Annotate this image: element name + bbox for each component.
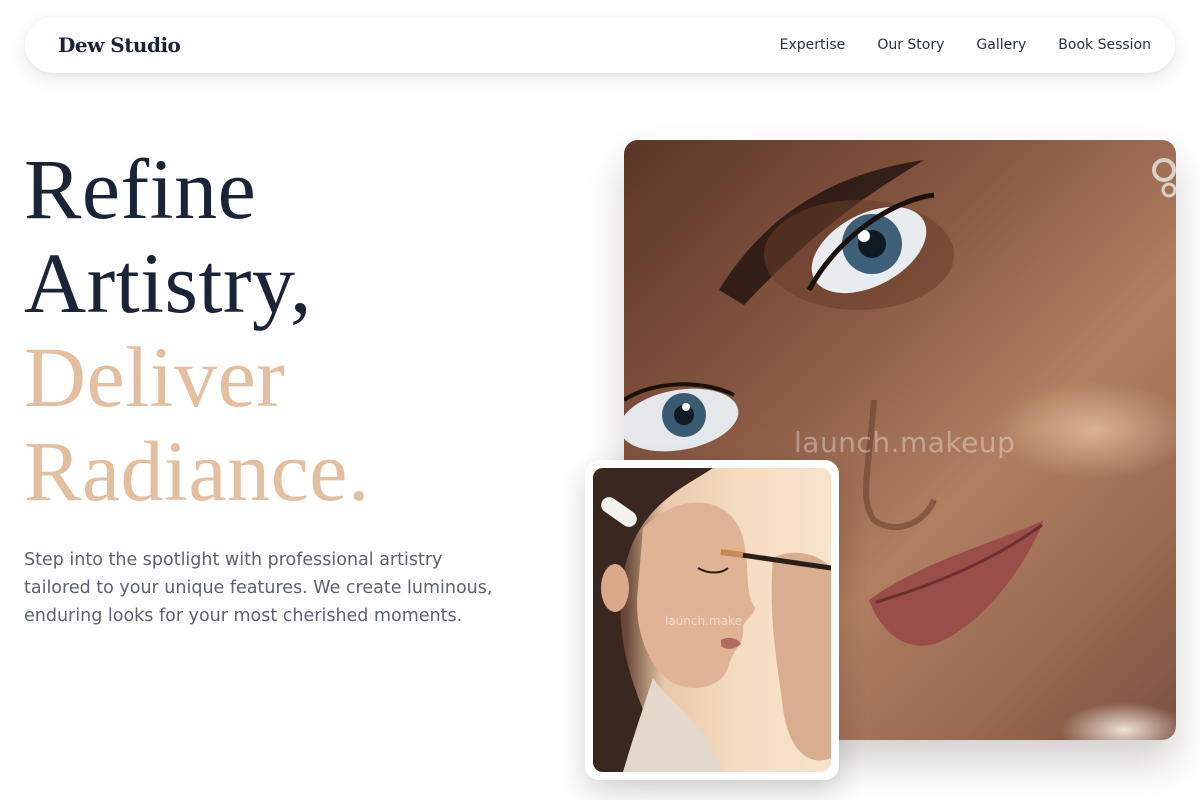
headline-line-deliver: Deliver [24,329,286,425]
inset-photo-watermark: launch.make [665,614,742,628]
hero-headline: Refine Artistry, Deliver Radiance. [24,142,370,518]
navbar: Dew Studio Expertise Our Story Gallery B… [25,17,1175,73]
main-photo-watermark: launch.makeup [794,426,1016,459]
inset-photo-card: launch.make [585,460,839,780]
nav-link-book-session[interactable]: Book Session [1058,37,1151,53]
headline-line-refine: Refine [24,141,257,237]
brand-logo[interactable]: Dew Studio [58,33,181,57]
nav-link-our-story[interactable]: Our Story [877,37,944,53]
nav-link-gallery[interactable]: Gallery [976,37,1026,53]
headline-line-artistry: Artistry, [24,235,312,331]
headline-line-radiance: Radiance. [24,423,370,519]
nav-link-expertise[interactable]: Expertise [780,37,846,53]
makeup-application-photo: launch.make [593,468,831,772]
main-nav: Expertise Our Story Gallery Book Session [780,37,1151,53]
hero-description: Step into the spotlight with professiona… [24,550,493,626]
